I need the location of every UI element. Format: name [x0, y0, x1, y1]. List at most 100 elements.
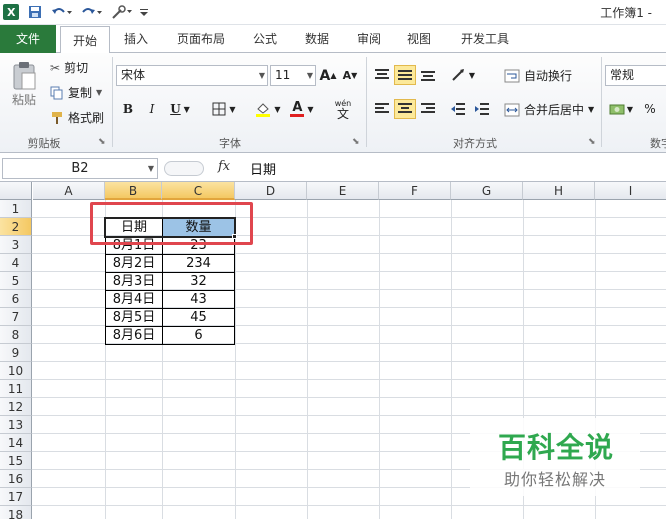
- align-top-button[interactable]: [372, 65, 392, 85]
- column-header-i[interactable]: I: [595, 182, 666, 200]
- row-header[interactable]: 10: [0, 362, 32, 380]
- font-launcher-icon[interactable]: ⬊: [352, 137, 360, 147]
- table-cell-quantity[interactable]: 6: [162, 326, 235, 345]
- row-header[interactable]: 13: [0, 416, 32, 434]
- decrease-indent-button[interactable]: [448, 99, 468, 119]
- customize-icon[interactable]: [138, 3, 150, 21]
- tab-developer[interactable]: 开发工具: [452, 25, 518, 53]
- currency-icon: [609, 104, 625, 115]
- row-header[interactable]: 9: [0, 344, 32, 362]
- format-painter-button[interactable]: 格式刷: [50, 109, 104, 126]
- merge-center-label: 合并后居中: [524, 103, 585, 117]
- accounting-format-button[interactable]: ▼: [606, 99, 636, 119]
- column-header-g[interactable]: G: [451, 182, 523, 200]
- row-header[interactable]: 18: [0, 506, 32, 519]
- row-header[interactable]: 1: [0, 200, 32, 218]
- phonetic-button[interactable]: wén 文: [326, 97, 360, 121]
- increase-indent-button[interactable]: [472, 99, 492, 119]
- align-right-button[interactable]: [418, 99, 438, 119]
- insert-function-icon[interactable]: fx: [218, 159, 230, 174]
- merge-center-button[interactable]: 合并后居中 ▼: [504, 101, 594, 118]
- row-header[interactable]: 17: [0, 488, 32, 506]
- row-header[interactable]: 11: [0, 380, 32, 398]
- bold-button[interactable]: B: [118, 99, 138, 119]
- tab-view[interactable]: 视图: [398, 25, 440, 53]
- row-header[interactable]: 12: [0, 398, 32, 416]
- row-header[interactable]: 4: [0, 254, 32, 272]
- column-header-f[interactable]: F: [379, 182, 451, 200]
- formula-divider-icon: [164, 161, 204, 176]
- tab-home[interactable]: 开始: [60, 26, 110, 54]
- row-header[interactable]: 14: [0, 434, 32, 452]
- table-cell-date[interactable]: 8月4日: [105, 290, 163, 309]
- row-header[interactable]: 8: [0, 326, 32, 344]
- column-header-h[interactable]: H: [523, 182, 595, 200]
- wrap-text-button[interactable]: 自动换行: [504, 67, 572, 84]
- table-cell-date[interactable]: 8月5日: [105, 308, 163, 327]
- ribbon-tabs: 文件 开始 插入 页面布局 公式 数据 审阅 视图 开发工具: [0, 25, 666, 54]
- tools-icon[interactable]: [110, 3, 134, 21]
- table-cell-date[interactable]: 8月3日: [105, 272, 163, 291]
- table-cell-quantity[interactable]: 32: [162, 272, 235, 291]
- column-header-e[interactable]: E: [307, 182, 379, 200]
- align-top-icon: [375, 69, 389, 79]
- row-header[interactable]: 5: [0, 272, 32, 290]
- row-header[interactable]: 6: [0, 290, 32, 308]
- table-cell-quantity[interactable]: 234: [162, 254, 235, 273]
- borders-button[interactable]: ▼: [208, 99, 240, 119]
- table-cell-quantity[interactable]: 45: [162, 308, 235, 327]
- tab-review[interactable]: 审阅: [348, 25, 390, 53]
- align-middle-button[interactable]: [394, 65, 416, 85]
- undo-icon[interactable]: [50, 3, 74, 21]
- chevron-down-icon: ▼: [229, 104, 236, 114]
- orientation-button[interactable]: ▼: [448, 65, 478, 85]
- clipboard-launcher-icon[interactable]: ⬊: [98, 137, 106, 147]
- align-left-button[interactable]: [372, 99, 392, 119]
- select-all-corner[interactable]: [0, 182, 32, 200]
- row-header[interactable]: 15: [0, 452, 32, 470]
- number-format-select[interactable]: 常规: [605, 65, 666, 86]
- group-divider: [601, 57, 602, 147]
- name-box[interactable]: B2 ▼: [2, 158, 158, 179]
- table-cell-date[interactable]: 8月2日: [105, 254, 163, 273]
- font-name-select[interactable]: 宋体 ▼: [116, 65, 268, 86]
- column-header-c[interactable]: C: [162, 182, 235, 200]
- align-center-icon: [398, 103, 412, 113]
- grow-font-button[interactable]: A ▲: [318, 65, 338, 86]
- copy-button[interactable]: 复制 ▼: [50, 84, 102, 101]
- alignment-launcher-icon[interactable]: ⬊: [588, 137, 596, 147]
- row-header[interactable]: 7: [0, 308, 32, 326]
- redo-icon[interactable]: [80, 3, 104, 21]
- formula-bar: B2 ▼ fx 日期: [0, 155, 666, 182]
- formula-input[interactable]: 日期: [250, 159, 276, 178]
- tab-data[interactable]: 数据: [296, 25, 338, 53]
- tab-page-layout[interactable]: 页面布局: [168, 25, 234, 53]
- paste-button[interactable]: 粘贴: [6, 57, 42, 111]
- font-color-button[interactable]: A ▼: [286, 99, 318, 119]
- column-header-b[interactable]: B: [105, 182, 162, 200]
- column-header-a[interactable]: A: [33, 182, 105, 200]
- tab-file[interactable]: 文件: [0, 25, 56, 53]
- align-left-icon: [375, 103, 389, 113]
- table-cell-quantity[interactable]: 43: [162, 290, 235, 309]
- row-header[interactable]: 16: [0, 470, 32, 488]
- shrink-font-button[interactable]: A ▼: [340, 65, 360, 86]
- align-center-button[interactable]: [394, 99, 416, 119]
- underline-button[interactable]: U ▼: [166, 99, 194, 119]
- row-header[interactable]: 2: [0, 218, 32, 236]
- tab-insert[interactable]: 插入: [114, 25, 158, 53]
- chevron-down-icon: ▼: [307, 104, 314, 114]
- table-cell-date[interactable]: 8月6日: [105, 326, 163, 345]
- align-bottom-button[interactable]: [418, 65, 438, 85]
- fill-color-button[interactable]: ▼: [252, 99, 284, 119]
- row-header[interactable]: 3: [0, 236, 32, 254]
- gridline: [32, 505, 666, 506]
- cut-button[interactable]: ✂ 剪切: [50, 59, 88, 76]
- font-size-select[interactable]: 11 ▼: [270, 65, 316, 86]
- save-icon[interactable]: [26, 3, 44, 21]
- tab-formulas[interactable]: 公式: [244, 25, 286, 53]
- column-header-d[interactable]: D: [235, 182, 307, 200]
- percent-button[interactable]: %: [640, 99, 660, 119]
- italic-button[interactable]: I: [142, 99, 162, 119]
- shrink-arrow-icon: ▼: [351, 71, 358, 80]
